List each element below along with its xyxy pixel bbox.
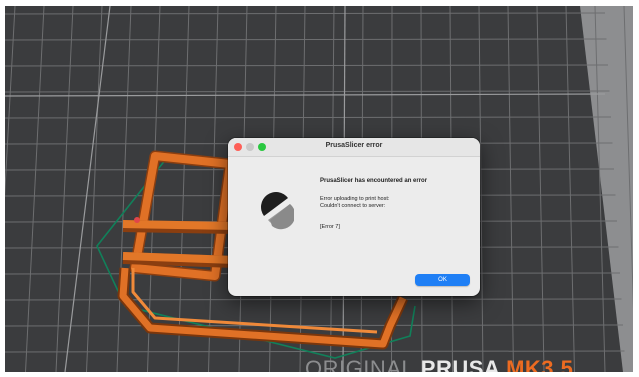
- printer-brand-label: ORIGINAL PRUSA MK3.5: [305, 356, 574, 373]
- error-dialog: PrusaSlicer error PrusaSlicer has encoun…: [228, 138, 480, 296]
- ok-button[interactable]: OK: [415, 274, 470, 286]
- error-message: Error uploading to print host: Couldn't …: [320, 196, 470, 210]
- brand-word-model: MK3.5: [506, 356, 574, 373]
- error-heading: PrusaSlicer has encountered an error: [320, 178, 428, 184]
- brand-word-prusa: PRUSA: [420, 356, 500, 373]
- dialog-title: PrusaSlicer error: [325, 142, 383, 149]
- error-message-line: Error uploading to print host:: [320, 196, 390, 202]
- prusaslicer-logo-icon: [261, 192, 294, 230]
- dialog-titlebar[interactable]: PrusaSlicer error: [228, 138, 480, 157]
- brand-word-original: ORIGINAL: [305, 356, 415, 373]
- error-code: [Error 7]: [320, 224, 340, 230]
- error-message-line: Couldn't connect to server:: [320, 202, 386, 209]
